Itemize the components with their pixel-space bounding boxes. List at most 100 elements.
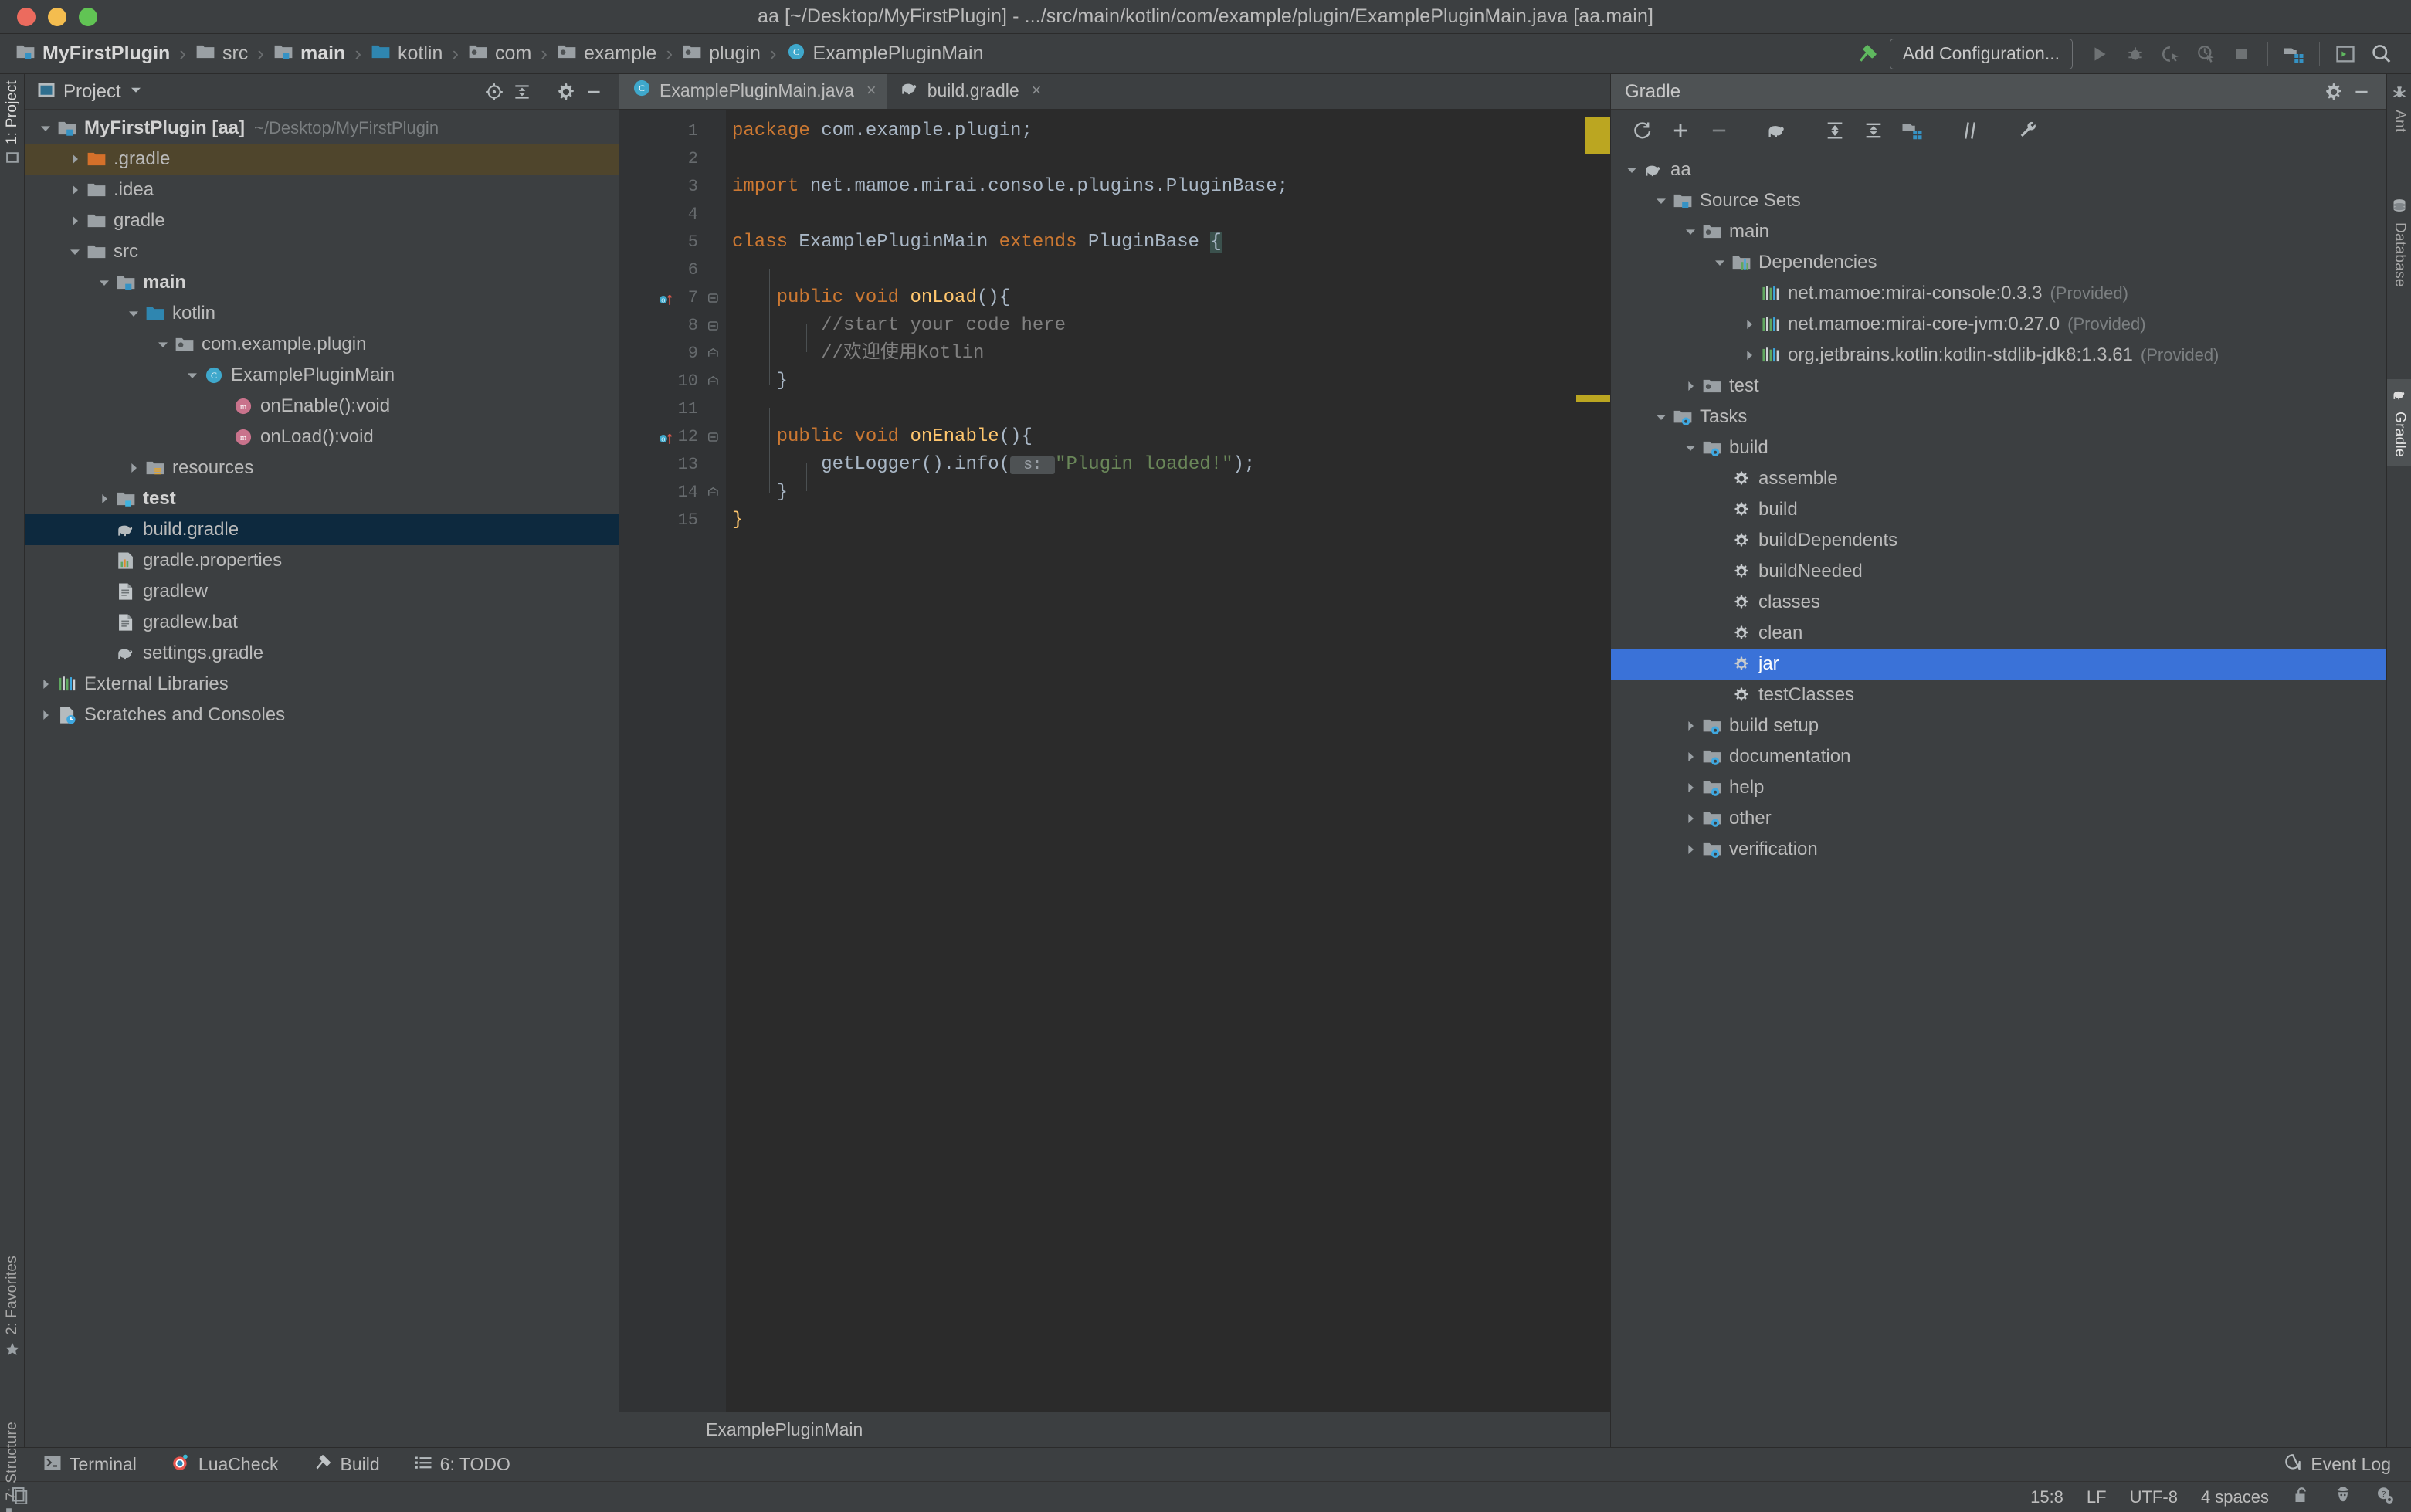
gradle-tree-row[interactable]: Tasks	[1611, 402, 2386, 432]
chevron-right-icon[interactable]	[65, 153, 85, 165]
chevron-right-icon[interactable]	[1680, 751, 1701, 763]
chevron-down-icon[interactable]	[65, 246, 85, 258]
gradle-tree-row[interactable]: org.jetbrains.kotlin:kotlin-stdlib-jdk8:…	[1611, 340, 2386, 371]
sidebar-item-gradle[interactable]: Gradle	[2387, 379, 2411, 466]
code-line[interactable]: public void onEnable(){	[726, 423, 1565, 451]
gradle-tree-row[interactable]: Source Sets	[1611, 185, 2386, 216]
code-line[interactable]: getLogger().info( s: "Plugin loaded!");	[726, 451, 1565, 479]
editor-marker-bar[interactable]	[1565, 110, 1610, 1412]
project-structure-icon[interactable]	[1895, 114, 1929, 147]
help-gear-icon[interactable]: ?	[2375, 1486, 2394, 1509]
tree-row[interactable]: gradlew	[25, 576, 619, 607]
chevron-down-icon[interactable]	[182, 369, 202, 381]
breadcrumb-item-plugin[interactable]: plugin	[680, 42, 762, 66]
tree-row[interactable]: com.example.plugin	[25, 329, 619, 360]
fold-marker[interactable]	[706, 479, 726, 507]
close-icon[interactable]: ×	[1032, 80, 1042, 100]
hide-panel-icon[interactable]	[2348, 78, 2375, 106]
code-line[interactable]: package com.example.plugin;	[726, 117, 1565, 145]
chevron-down-icon[interactable]	[1622, 164, 1642, 176]
fold-marker[interactable]	[706, 284, 726, 312]
project-structure-icon[interactable]	[2276, 36, 2311, 72]
file-encoding[interactable]: UTF-8	[2130, 1487, 2178, 1507]
bottom-item-terminal[interactable]: Terminal	[43, 1453, 137, 1476]
chevron-right-icon[interactable]	[65, 184, 85, 196]
code-line[interactable]	[726, 145, 1565, 173]
chevron-right-icon[interactable]	[94, 493, 114, 505]
code-line[interactable]	[726, 201, 1565, 229]
tree-row[interactable]: test	[25, 483, 619, 514]
gradle-tree-row[interactable]: main	[1611, 216, 2386, 247]
fold-marker[interactable]	[706, 340, 726, 368]
chevron-right-icon[interactable]	[1680, 781, 1701, 794]
chevron-down-icon[interactable]	[1710, 256, 1730, 269]
breadcrumb-item-main[interactable]: main	[272, 42, 347, 66]
gradle-tree-row[interactable]: other	[1611, 803, 2386, 834]
run-icon[interactable]	[2082, 36, 2118, 72]
maximize-window-button[interactable]	[79, 8, 97, 26]
tree-row[interactable]: monEnable():void	[25, 391, 619, 422]
toggle-offline-icon[interactable]	[1953, 114, 1987, 147]
sidebar-item-database[interactable]: Database	[2387, 198, 2411, 287]
collapse-all-icon[interactable]	[508, 78, 536, 106]
chevron-right-icon[interactable]	[1680, 812, 1701, 825]
tree-row[interactable]: main	[25, 267, 619, 298]
code-line[interactable]: class ExamplePluginMain extends PluginBa…	[726, 229, 1565, 256]
chevron-right-icon[interactable]	[65, 215, 85, 227]
gradle-tree-row[interactable]: net.mamoe:mirai-core-jvm:0.27.0(Provided…	[1611, 309, 2386, 340]
gradle-tree-row[interactable]: build setup	[1611, 710, 2386, 741]
breadcrumb-item-example[interactable]: example	[555, 42, 659, 66]
tree-row[interactable]: .idea	[25, 175, 619, 205]
fold-marker[interactable]	[706, 423, 726, 451]
code-line[interactable]	[726, 256, 1565, 284]
bottom-item-todo[interactable]: 6: TODO	[414, 1453, 510, 1476]
gear-icon[interactable]	[2320, 78, 2348, 106]
add-configuration-button[interactable]: Add Configuration...	[1890, 39, 2073, 69]
sidebar-item-structure[interactable]: 7: Structure	[0, 1422, 25, 1512]
breadcrumb-item-src[interactable]: src	[194, 42, 249, 66]
gradle-tree-row[interactable]: Dependencies	[1611, 247, 2386, 278]
chevron-right-icon[interactable]	[1680, 843, 1701, 856]
close-icon[interactable]: ×	[866, 80, 877, 100]
tree-row[interactable]: gradle	[25, 205, 619, 236]
gradle-tree-row[interactable]: buildNeeded	[1611, 556, 2386, 587]
code-line[interactable]: import net.mamoe.mirai.console.plugins.P…	[726, 173, 1565, 201]
tree-row[interactable]: Scratches and Consoles	[25, 700, 619, 731]
build-hammer-icon[interactable]	[1850, 36, 1885, 72]
search-everywhere-icon[interactable]	[2363, 36, 2399, 72]
gradle-tree-row[interactable]: buildDependents	[1611, 525, 2386, 556]
chevron-down-icon[interactable]	[153, 338, 173, 351]
tree-row[interactable]: settings.gradle	[25, 638, 619, 669]
chevron-right-icon[interactable]	[124, 462, 144, 474]
code-line[interactable]: public void onLoad(){	[726, 284, 1565, 312]
fold-marker[interactable]	[706, 312, 726, 340]
event-log-button[interactable]: Event Log	[2283, 1453, 2391, 1477]
chevron-right-icon[interactable]	[1739, 349, 1759, 361]
gradle-tree-row[interactable]: verification	[1611, 834, 2386, 865]
gradle-tree-row[interactable]: classes	[1611, 587, 2386, 618]
chevron-down-icon[interactable]	[94, 276, 114, 289]
marker-warning-stripe[interactable]	[1576, 395, 1610, 402]
chevron-down-icon[interactable]	[1680, 442, 1701, 454]
chevron-down-icon[interactable]	[124, 307, 144, 320]
tree-row[interactable]: gradlew.bat	[25, 607, 619, 638]
debug-icon[interactable]	[2118, 36, 2153, 72]
refresh-icon[interactable]	[1625, 114, 1659, 147]
hide-panel-icon[interactable]	[580, 78, 608, 106]
collapse-all-icon[interactable]	[1857, 114, 1890, 147]
code-folding-column[interactable]	[706, 110, 726, 1412]
breadcrumb-item-myfirstplugin[interactable]: MyFirstPlugin	[14, 42, 171, 66]
profile-icon[interactable]	[2189, 36, 2224, 72]
gradle-tree-row[interactable]: jar	[1611, 649, 2386, 680]
editor-breadcrumb[interactable]: ExamplePluginMain	[619, 1412, 1610, 1447]
tree-row[interactable]: .gradle	[25, 144, 619, 175]
gear-icon[interactable]	[552, 78, 580, 106]
lock-open-icon[interactable]	[2292, 1486, 2311, 1509]
gradle-elephant-icon[interactable]	[1760, 114, 1794, 147]
open-terminal-icon[interactable]	[2328, 36, 2363, 72]
chevron-right-icon[interactable]	[1739, 318, 1759, 331]
indent-setting[interactable]: 4 spaces	[2201, 1487, 2269, 1507]
code-line[interactable]: }	[726, 479, 1565, 507]
tree-row[interactable]: CExamplePluginMain	[25, 360, 619, 391]
gradle-tree-row[interactable]: testClasses	[1611, 680, 2386, 710]
